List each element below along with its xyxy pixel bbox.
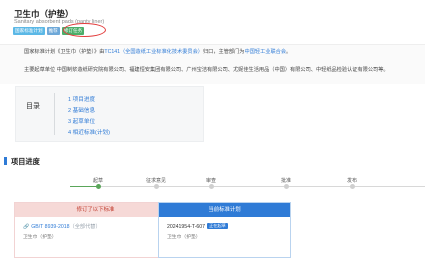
progress-track xyxy=(70,186,425,187)
tag-national-plan: 国家标准计划 xyxy=(13,27,45,35)
department-link[interactable]: 中国轻工业联合会 xyxy=(245,49,287,55)
link-icon: 🔗 xyxy=(23,224,30,230)
step-label-drafting: 起草 xyxy=(92,178,104,184)
revised-standard-name: 卫生巾（护垫） xyxy=(23,235,57,240)
tag-recommended: 推荐 xyxy=(46,27,60,35)
current-plan-number: 20241954-T-607 正在起草 xyxy=(167,223,228,230)
info-line-responsibility: 国家标准计划《卫生巾（护垫）》由TC141（全国造纸工业标准化技术委员会）归口，… xyxy=(24,49,292,55)
drafting-status-badge: 正在起草 xyxy=(207,223,228,229)
current-plan-name: 卫生巾（护垫） xyxy=(167,235,201,240)
annotation-circle xyxy=(63,23,106,37)
toc-divider xyxy=(54,93,55,135)
standard-header: 卫生巾（护垫） Sanitary absorbent pads (panty l… xyxy=(0,0,425,44)
toc-item-drafters[interactable]: 3 起草单位 xyxy=(68,117,95,125)
step-label-review: 审查 xyxy=(205,178,217,184)
toc-item-progress[interactable]: 1 项目进度 xyxy=(68,95,95,103)
step-label-approval: 批准 xyxy=(280,178,292,184)
toc-item-basic-info[interactable]: 2 基础信息 xyxy=(68,106,95,114)
toc-title: 目录 xyxy=(26,103,40,110)
toc-item-related-standards[interactable]: 4 相近标准(计划) xyxy=(68,128,110,136)
table-of-contents: 目录 1 项目进度 2 基础信息 3 起草单位 4 相近标准(计划) xyxy=(15,86,204,142)
step-label-release: 发布 xyxy=(346,178,358,184)
step-dot-review xyxy=(209,184,214,189)
current-plan-card: 当前标准计划 20241954-T-607 正在起草 卫生巾（护垫） xyxy=(158,202,291,258)
step-dot-comment xyxy=(154,184,159,189)
current-plan-header: 当前标准计划 xyxy=(159,203,290,217)
info-line-drafters: 主要起草单位 中国制浆造纸研究院有限公司、福建恒安集团有限公司、广州宝洁有限公司… xyxy=(24,67,389,73)
revised-standard-link[interactable]: 🔗 GB/T 8939-2018（全部代替） xyxy=(23,223,168,230)
step-dot-drafting xyxy=(96,184,101,189)
section-marker xyxy=(4,157,7,165)
standard-info: 国家标准计划《卫生巾（护垫）》由TC141（全国造纸工业标准化技术委员会）归口，… xyxy=(0,44,425,84)
step-dot-approval xyxy=(284,184,289,189)
step-dot-release xyxy=(350,184,355,189)
revised-standard-card: 修订了以下标准 🔗 GB/T 8939-2018（全部代替） 卫生巾（护垫） xyxy=(14,202,177,258)
revised-standard-header: 修订了以下标准 xyxy=(15,203,176,217)
progress-section-title: 项目进度 xyxy=(11,157,40,166)
step-label-comment: 征求意见 xyxy=(145,178,167,184)
tc-link[interactable]: TC141（全国造纸工业标准化技术委员会） xyxy=(104,49,203,55)
